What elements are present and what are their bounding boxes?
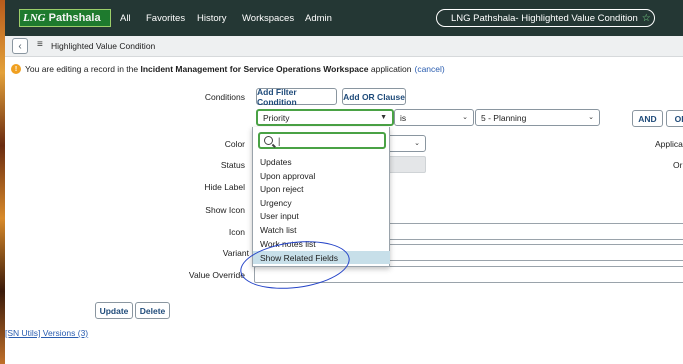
nav-history[interactable]: History — [197, 0, 227, 36]
star-icon[interactable]: ☆ — [642, 13, 651, 24]
add-or-clause-button[interactable]: Add OR Clause — [342, 88, 406, 105]
color-label: Color — [224, 139, 245, 149]
form-header: ‹ ≡ Highlighted Value Condition — [5, 36, 683, 57]
form-title: Highlighted Value Condition — [51, 41, 156, 51]
dropdown-item-upon-reject[interactable]: Upon reject — [253, 182, 390, 195]
warning-icon: ! — [11, 64, 21, 74]
condition-value-select[interactable]: 5 - Planning ⌄ — [475, 109, 600, 126]
notice-suffix: application — [370, 64, 412, 74]
notice-app-name: Incident Management for Service Operatio… — [140, 64, 369, 74]
and-button[interactable]: AND — [632, 110, 663, 127]
condition-value-value: 5 - Planning — [481, 112, 527, 123]
dropdown-item-watch-list[interactable]: Watch list — [253, 223, 390, 236]
hide-label-label: Hide Label — [204, 182, 245, 192]
value-override-label: Value Override — [188, 270, 245, 280]
value-override-field[interactable] — [254, 266, 683, 283]
delete-button[interactable]: Delete — [135, 302, 170, 319]
condition-operator-select[interactable]: is ⌄ — [394, 109, 474, 126]
search-icon — [264, 136, 276, 148]
order-label: Or — [673, 160, 683, 170]
logo[interactable]: LNG Pathshala — [19, 9, 111, 27]
nav-workspaces[interactable]: Workspaces — [242, 0, 294, 36]
nav-admin[interactable]: Admin — [305, 0, 332, 36]
nav-favorites[interactable]: Favorites — [146, 0, 185, 36]
dropdown-item-show-related-fields[interactable]: Show Related Fields — [253, 251, 390, 264]
field-chooser-dropdown: | Updates Upon approval Upon reject Urge… — [252, 127, 390, 267]
dropdown-item-urgency[interactable]: Urgency — [253, 196, 390, 209]
conditions-label: Conditions — [204, 92, 245, 102]
condition-operator-value: is — [400, 112, 407, 123]
context-title-pill[interactable]: LNG Pathshala- Highlighted Value Conditi… — [436, 9, 655, 27]
dropdown-item-upon-approval[interactable]: Upon approval — [253, 169, 390, 182]
search-cursor: | — [278, 135, 281, 146]
condition-field-select[interactable]: Priority ▼ — [256, 109, 394, 126]
icon-label: Icon — [228, 227, 245, 237]
context-title: LNG Pathshala- Highlighted Value Conditi… — [451, 12, 638, 24]
nav-all[interactable]: All — [120, 0, 131, 36]
or-button[interactable]: OR — [666, 110, 683, 127]
show-icon-label: Show Icon — [205, 205, 245, 215]
update-button[interactable]: Update — [95, 302, 133, 319]
logo-box: LNG Pathshala — [19, 9, 111, 27]
chevron-down-icon: ⌄ — [588, 114, 594, 121]
cancel-link[interactable]: (cancel) — [415, 64, 445, 74]
dropdown-item-work-notes-list[interactable]: Work notes list — [253, 237, 390, 250]
notice-prefix: You are editing a record in the — [25, 64, 139, 74]
chevron-left-icon: ‹ — [18, 40, 22, 52]
hamburger-icon[interactable]: ≡ — [37, 39, 43, 50]
dropdown-item-user-input[interactable]: User input — [253, 209, 390, 222]
back-button[interactable]: ‹ — [12, 38, 28, 54]
variant-label: Variant — [222, 248, 249, 258]
top-navigation-bar: LNG Pathshala All Favorites History Work… — [5, 0, 683, 36]
related-links-sn-utils[interactable]: [SN Utils] Versions (3) — [5, 328, 88, 338]
chevron-down-icon: ⌄ — [414, 140, 420, 147]
dropdown-item-updates[interactable]: Updates — [253, 155, 390, 168]
logo-name-text: Pathshala — [48, 12, 101, 24]
application-label: Applicati — [655, 139, 683, 149]
dropdown-search-input[interactable]: | — [258, 132, 386, 149]
add-filter-condition-button[interactable]: Add Filter Condition — [256, 87, 337, 107]
chevron-down-icon: ⌄ — [462, 114, 468, 121]
dropdown-arrow-icon: ▼ — [380, 114, 387, 121]
logo-lng-text: LNG — [23, 12, 46, 24]
status-label: Status — [220, 160, 245, 170]
app-scope-notice: ! You are editing a record in the Incide… — [5, 57, 683, 81]
condition-field-value: Priority — [263, 112, 290, 123]
